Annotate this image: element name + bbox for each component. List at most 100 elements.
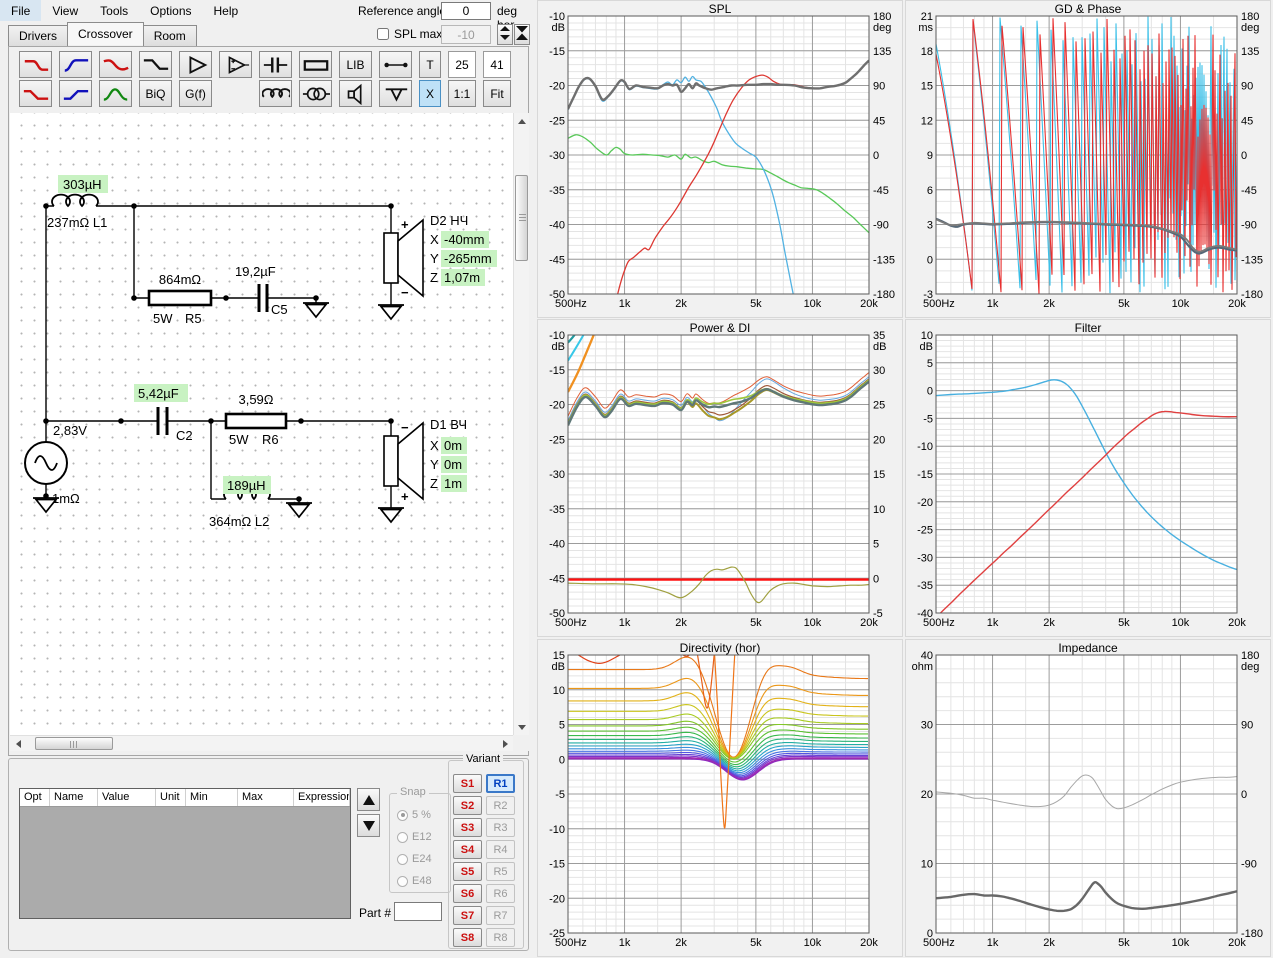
part-number-input[interactable] [394,902,442,921]
toolbar-button-11[interactable]: 1:1 [448,80,476,107]
variant-button-s8[interactable]: S8 [453,928,482,947]
svg-text:-30: -30 [549,469,565,481]
variant-button-s2[interactable]: S2 [453,796,482,815]
menu-help[interactable]: Help [203,0,250,21]
move-down-button[interactable] [357,814,380,837]
chart-gd-phase: GD & Phase 21 18 15 12 9 6 3 0 -3 ms 180 135 90 45 0 -45… [905,0,1271,318]
vertical-scroll-thumb[interactable] [515,175,528,261]
inductor-l1[interactable]: 303µH 237mΩ L1 [47,175,108,230]
svg-text:19,2µF: 19,2µF [235,264,276,279]
toolbar-button-buffer-triangle[interactable] [179,51,212,78]
schematic-horizontal-scrollbar[interactable] [10,735,513,751]
toolbar-button-x[interactable]: X [419,80,441,107]
svg-text:D1 ВЧ: D1 ВЧ [430,417,467,432]
svg-text:90: 90 [1241,720,1253,732]
driver-d1[interactable]: − + D1 ВЧ X 0m Y 0m Z 1m [383,417,467,504]
toolbar-button-ground[interactable] [379,80,412,107]
variant-button-s4[interactable]: S4 [453,840,482,859]
toolbar-button-resistor[interactable] [299,51,332,78]
toolbar-value-input-25[interactable] [448,51,476,78]
toolbar-button-lowshelf-red[interactable] [19,80,52,107]
inductor-l2[interactable]: 189µH 364mΩ L2 [209,476,271,529]
variant-button-s3[interactable]: S3 [453,818,482,837]
svg-text:20: 20 [873,434,885,446]
scroll-up-icon[interactable] [514,113,530,129]
scroll-left-icon[interactable] [10,736,26,752]
driver-d2[interactable]: + − D2 НЧ X -40mm Y -265mm Z 1,07m [383,213,497,300]
capacitor-c2[interactable]: 5,42µF C2 [134,384,193,443]
tab-drivers[interactable]: Drivers [8,25,68,47]
svg-text:5k: 5k [750,617,762,629]
svg-text:Z: Z [430,476,438,491]
toolbar-button-speaker[interactable] [339,80,372,107]
svg-text:189µH: 189µH [227,478,266,493]
move-up-button[interactable] [357,788,380,811]
toolbar-button-lib[interactable]: LIB [339,51,372,78]
resistor-r5[interactable]: 864mΩ 5W R5 [147,272,213,326]
svg-text:15: 15 [873,469,885,481]
resistor-r6[interactable]: 3,59Ω 5W R6 [224,392,288,447]
svg-text:20k: 20k [1228,298,1246,310]
menu-options[interactable]: Options [139,0,202,21]
menu-view[interactable]: View [41,0,89,21]
toolbar-button-highshelf-blue[interactable] [59,80,92,107]
tab-room[interactable]: Room [142,25,197,47]
svg-text:-40mm: -40mm [444,232,484,247]
scroll-right-icon[interactable] [497,736,513,752]
reference-angle-input[interactable] [441,2,491,20]
svg-text:-265mm: -265mm [444,251,492,266]
variant-button-r1[interactable]: R1 [486,774,515,793]
svg-text:500Hz: 500Hz [555,298,587,310]
toolbar-button-capacitor[interactable] [259,51,292,78]
opamp-icon [228,55,249,74]
svg-text:R5: R5 [185,311,202,326]
variant-button-s5[interactable]: S5 [453,862,482,881]
chart-spl: SPL -10 -15 -20 -25 -30 -35 -40 -45 -50 dB 180 135 90… [537,0,903,318]
signal-source[interactable]: 2,83V 1mΩ [24,423,87,506]
tab-crossover[interactable]: Crossover [67,22,144,45]
scroll-down-icon[interactable] [514,719,530,735]
toolbar-button-fit[interactable]: Fit [483,80,511,107]
toolbar-value-input-41[interactable] [483,51,511,78]
toolbar-button-biq[interactable]: BiQ [139,80,172,107]
toolbar-button-bandpass-red[interactable] [99,51,132,78]
axis-collapse-button[interactable] [514,24,530,45]
svg-text:0: 0 [559,754,565,766]
capacitor-c5[interactable]: 19,2µF C5 [235,264,288,317]
menu-file[interactable]: File [0,0,42,21]
toolbar-button-inductor[interactable] [259,80,292,107]
toolbar-button-gf[interactable]: G(f) [179,80,212,107]
variant-button-r4: R4 [486,840,515,859]
variant-button-s6[interactable]: S6 [453,884,482,903]
snap-group: Snap 5 % E12 E24 E48 [389,786,451,893]
svg-text:2k: 2k [1043,937,1055,949]
spl-max-spinner-button[interactable] [497,24,513,45]
component-parameter-table[interactable]: Opt Name Value Unit Min Max Expression [19,788,351,919]
variant-button-s7[interactable]: S7 [453,906,482,925]
toolbar-button-highpass-blue[interactable] [59,51,92,78]
variant-button-r3: R3 [486,818,515,837]
spl-max-value-input [441,25,491,44]
svg-text:−: − [401,285,409,300]
svg-text:2k: 2k [675,617,687,629]
toolbar-button-t[interactable]: T [419,51,441,78]
svg-text:-20: -20 [549,400,565,412]
schematic-wires [45,205,392,508]
svg-text:9: 9 [927,150,933,162]
toolbar-button-wire-node[interactable] [379,51,412,78]
toolbar-button-transformer[interactable] [299,80,332,107]
svg-text:5: 5 [927,358,933,370]
schematic-canvas[interactable]: 303µH 237mΩ L1 864mΩ 5W R5 19,2µF C5 + −… [10,113,513,735]
svg-text:dB: dB [552,22,565,34]
spl-max-checkbox[interactable] [377,28,389,40]
horizontal-scroll-thumb[interactable] [35,737,113,750]
schematic-vertical-scrollbar[interactable] [513,113,529,735]
capacitor-icon [263,57,287,72]
toolbar-button-lowpass-red[interactable] [19,51,52,78]
menu-bar: File View Tools Options Help Reference angle… [0,0,533,32]
toolbar-button-opamp[interactable] [219,51,252,78]
toolbar-button-peak-green[interactable] [99,80,132,107]
variant-button-s1[interactable]: S1 [453,774,482,793]
toolbar-button-shelf-black[interactable] [139,51,172,78]
menu-tools[interactable]: Tools [89,0,139,21]
